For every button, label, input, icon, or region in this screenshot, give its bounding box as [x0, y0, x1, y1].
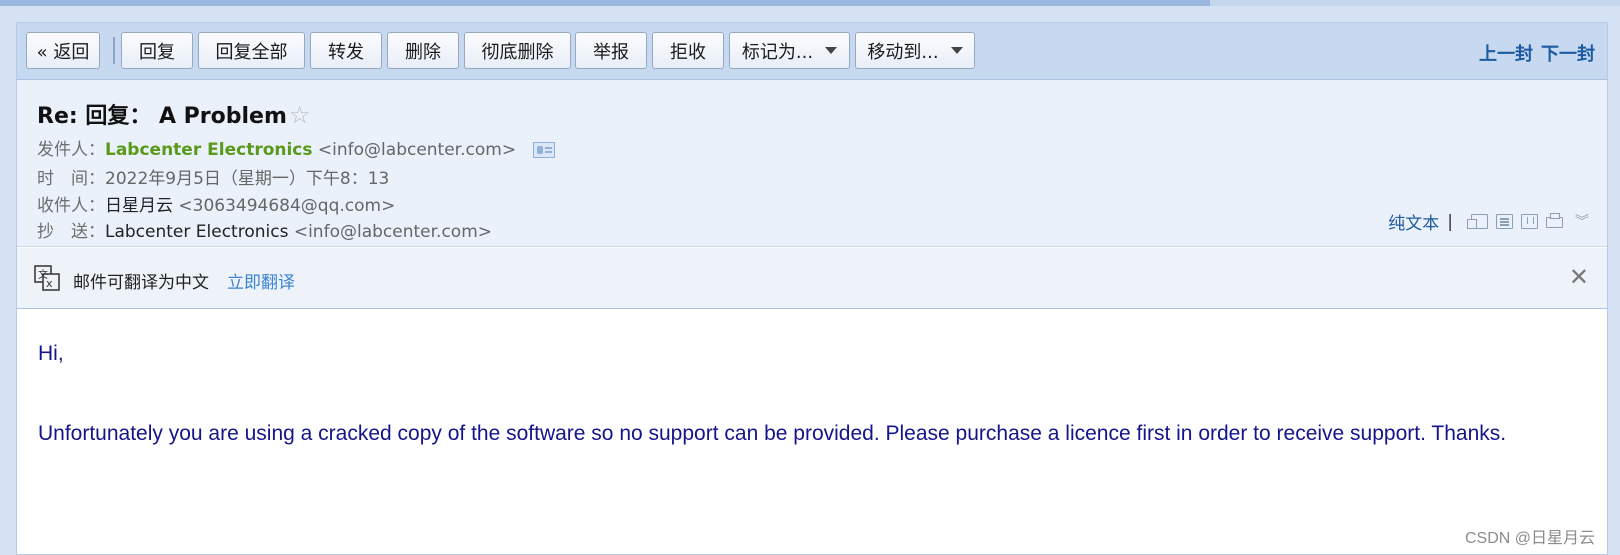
mail-toolbar: « 返回 回复 回复全部 转发 删除 彻底删除 举报 拒收 标记为... 移动到… [17, 23, 1607, 80]
svg-text:x: x [46, 277, 53, 290]
mail-body-spacer [38, 374, 1548, 414]
move-to-dropdown[interactable]: 移动到... [855, 32, 975, 69]
caret-down-icon [825, 47, 838, 54]
cc-address: <info@labcenter.com> [293, 222, 492, 242]
reply-button[interactable]: 回复 [121, 32, 193, 69]
plain-text-link[interactable]: 纯文本 [1388, 209, 1439, 234]
mail-body: Hi, Unfortunately you are using a cracke… [38, 334, 1548, 454]
header-tools: 纯文本 | ︾ [1388, 209, 1589, 235]
star-icon[interactable]: ☆ [289, 101, 311, 129]
translate-text: 邮件可翻译为中文 [73, 273, 209, 293]
toolbar-separator [113, 37, 115, 64]
translate-bar: 文 x 邮件可翻译为中文 立即翻译 ✕ [17, 248, 1607, 309]
sender-address: <info@labcenter.com> [317, 140, 517, 160]
mail-page: « 返回 回复 回复全部 转发 删除 彻底删除 举报 拒收 标记为... 移动到… [16, 22, 1608, 555]
double-chevron-down-icon[interactable]: ︾ [1575, 215, 1589, 229]
tools-separator: | [1447, 211, 1453, 232]
mail-header: Re: 回复： A Problem☆ 发件人：Labcenter Electro… [17, 80, 1607, 247]
recipient-name[interactable]: 日星月云 [105, 196, 173, 216]
mark-as-label: 标记为... [741, 41, 814, 63]
time-row: 时 间：2022年9月5日（星期一）下午8：13 [37, 164, 389, 189]
time-label: 时 间： [37, 169, 105, 189]
next-mail-link[interactable]: 下一封 [1541, 44, 1595, 65]
print-icon[interactable] [1546, 213, 1563, 228]
cc-label: 抄 送： [37, 222, 105, 242]
mail-subject: Re: 回复： A Problem☆ [37, 98, 310, 130]
recipient-address: <3063494684@qq.com> [178, 196, 396, 216]
new-window-icon[interactable] [1467, 214, 1488, 229]
mark-as-dropdown[interactable]: 标记为... [729, 32, 850, 69]
translate-now-link[interactable]: 立即翻译 [227, 268, 295, 293]
sender-name[interactable]: Labcenter Electronics [105, 140, 313, 160]
forward-button[interactable]: 转发 [310, 32, 382, 69]
mail-frame: « 返回 回复 回复全部 转发 删除 彻底删除 举报 拒收 标记为... 移动到… [0, 6, 1620, 555]
prev-mail-link[interactable]: 上一封 [1479, 44, 1533, 65]
caret-down-icon [950, 47, 963, 54]
cc-name[interactable]: Labcenter Electronics [105, 222, 288, 242]
reject-button[interactable]: 拒收 [652, 32, 724, 69]
delete-permanently-button[interactable]: 彻底删除 [464, 32, 571, 69]
mail-greeting: Hi, [38, 342, 64, 365]
from-row: 发件人：Labcenter Electronics <info@labcente… [37, 135, 556, 160]
subject-text: Re: 回复： A Problem [37, 104, 287, 129]
mail-paragraph: Unfortunately you are using a cracked co… [38, 422, 1507, 445]
cc-row: 抄 送：Labcenter Electronics <info@labcente… [37, 217, 492, 242]
to-label: 收件人： [37, 196, 105, 216]
delete-button[interactable]: 删除 [387, 32, 459, 69]
contact-card-icon[interactable] [533, 142, 556, 158]
csdn-watermark: CSDN @日星月云 [1464, 530, 1595, 547]
to-row: 收件人：日星月云 <3063494684@qq.com> [37, 191, 395, 216]
time-value: 2022年9月5日（星期一）下午8：13 [105, 169, 390, 189]
mail-pager: 上一封 下一封 [1479, 40, 1595, 66]
download-icon[interactable] [1521, 214, 1538, 229]
move-to-label: 移动到... [867, 41, 939, 63]
note-icon[interactable] [1496, 214, 1513, 229]
back-button[interactable]: « 返回 [26, 32, 100, 69]
translate-icon: 文 x [34, 265, 60, 291]
report-button[interactable]: 举报 [575, 32, 647, 69]
close-icon[interactable]: ✕ [1569, 265, 1589, 289]
reply-all-button[interactable]: 回复全部 [198, 32, 305, 69]
from-label: 发件人： [37, 140, 105, 160]
